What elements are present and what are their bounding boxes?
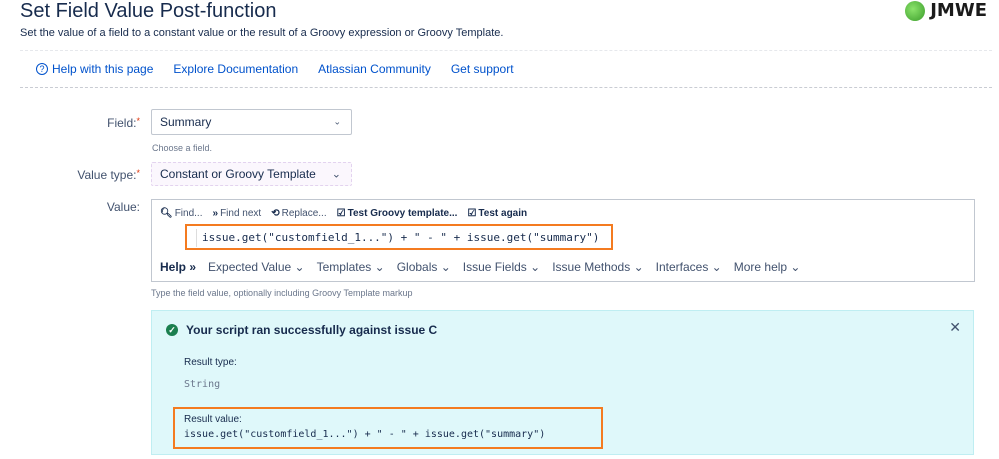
explore-documentation-link[interactable]: Explore Documentation bbox=[173, 62, 298, 76]
success-message: ✓ Your script ran successfully against i… bbox=[166, 323, 437, 337]
help-templates[interactable]: Templates ⌄ bbox=[317, 260, 385, 274]
test-again-button[interactable]: ☑ Test again bbox=[467, 208, 527, 219]
help-issue-methods[interactable]: Issue Methods ⌄ bbox=[552, 260, 643, 274]
find-next-button[interactable]: » Find next bbox=[213, 208, 262, 219]
value-type-label: Value type:* bbox=[77, 168, 140, 182]
find-button[interactable]: 🔍︎ Find... bbox=[160, 208, 203, 219]
help-bar: ? Help with this page Explore Documentat… bbox=[20, 50, 992, 88]
value-hint: Type the field value, optionally includi… bbox=[151, 288, 413, 298]
help-more[interactable]: More help ⌄ bbox=[734, 260, 801, 274]
result-type-value: String bbox=[184, 379, 221, 390]
help-with-page-link[interactable]: ? Help with this page bbox=[36, 62, 153, 76]
highlight-box bbox=[185, 224, 613, 250]
highlight-box bbox=[173, 407, 603, 449]
field-label: Field:* bbox=[107, 116, 140, 130]
help-nav-title: Help » bbox=[160, 260, 197, 274]
help-globals[interactable]: Globals ⌄ bbox=[397, 260, 451, 274]
help-expected-value[interactable]: Expected Value ⌄ bbox=[208, 260, 305, 274]
page-subtitle: Set the value of a field to a constant v… bbox=[20, 27, 504, 39]
replace-button[interactable]: ⟲ Replace... bbox=[271, 208, 326, 219]
help-issue-fields[interactable]: Issue Fields ⌄ bbox=[463, 260, 540, 274]
result-panel: ✓ Your script ran successfully against i… bbox=[151, 310, 974, 455]
checklist-icon: ☑ bbox=[336, 208, 346, 219]
value-type-select[interactable]: Constant or Groovy Template ⌄ bbox=[151, 162, 352, 186]
search-icon: 🔍︎ bbox=[160, 208, 173, 219]
help-interfaces[interactable]: Interfaces ⌄ bbox=[656, 260, 722, 274]
value-label: Value: bbox=[106, 200, 140, 214]
chevron-down-icon: ⌄ bbox=[331, 168, 341, 181]
editor-toolbar: 🔍︎ Find... » Find next ⟲ Replace... ☑ Test G… bbox=[160, 208, 527, 219]
checklist-icon: ☑ bbox=[467, 208, 477, 219]
double-chevron-icon: » bbox=[212, 208, 219, 219]
help-nav: Help » Expected Value ⌄ Templates ⌄ Glob… bbox=[160, 260, 800, 274]
atlassian-community-link[interactable]: Atlassian Community bbox=[318, 62, 431, 76]
brand-name: JMWE bbox=[930, 0, 987, 21]
get-support-link[interactable]: Get support bbox=[451, 62, 514, 76]
field-hint: Choose a field. bbox=[152, 143, 213, 153]
required-marker: * bbox=[136, 168, 140, 178]
brand: JMWE bbox=[905, 0, 987, 21]
value-editor[interactable]: 🔍︎ Find... » Find next ⟲ Replace... ☑ Test G… bbox=[151, 199, 975, 282]
page-title: Set Field Value Post-function bbox=[20, 0, 277, 22]
test-groovy-template-button[interactable]: ☑ Test Groovy template... bbox=[337, 208, 458, 219]
replace-icon: ⟲ bbox=[271, 208, 280, 219]
field-select[interactable]: Summary ⌄ bbox=[151, 109, 352, 135]
result-type-label: Result type: bbox=[184, 357, 237, 368]
jmwe-logo-icon bbox=[905, 0, 926, 21]
chevron-down-icon: ⌄ bbox=[333, 116, 341, 127]
close-icon[interactable]: ✕ bbox=[949, 319, 961, 336]
required-marker: * bbox=[136, 116, 140, 126]
check-circle-icon: ✓ bbox=[166, 324, 178, 336]
question-icon: ? bbox=[36, 63, 48, 75]
